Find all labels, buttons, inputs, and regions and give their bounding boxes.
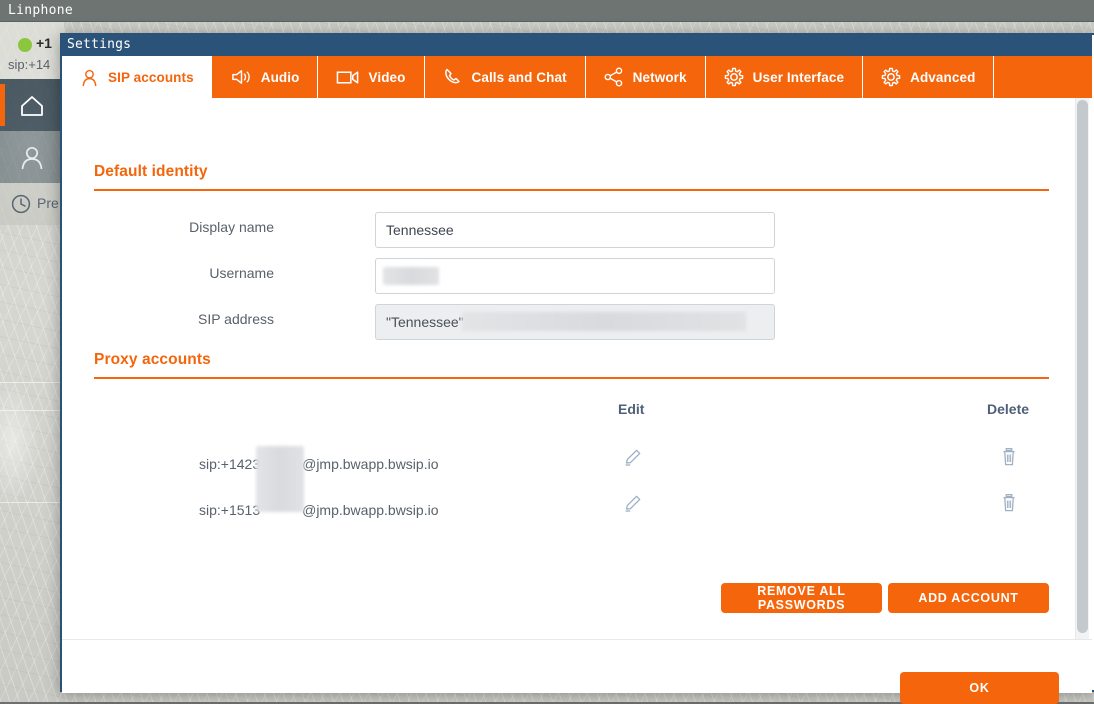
- sidebar-account-summary[interactable]: +1 sip:+14: [0, 22, 64, 79]
- remove-all-passwords-button[interactable]: REMOVE ALL PASSWORDS: [721, 583, 882, 613]
- sidebar-item-history[interactable]: Pre: [0, 183, 64, 225]
- pencil-icon: [622, 495, 644, 518]
- tab-label: User Interface: [752, 69, 845, 85]
- active-indicator: [0, 84, 5, 126]
- edit-account-button[interactable]: [622, 492, 648, 518]
- person-icon: [18, 144, 46, 170]
- display-name-input[interactable]: [375, 212, 775, 248]
- settings-dialog: Settings SIP accounts Audio Video Calls …: [60, 33, 1094, 704]
- sip-address-input[interactable]: [375, 304, 775, 340]
- clock-icon: [10, 193, 32, 215]
- table-row: sip:+1513 @jmp.bwapp.bwsip.io: [199, 502, 439, 518]
- share-nodes-icon: [604, 67, 624, 87]
- settings-content: Default identity Display name Username S…: [62, 98, 1092, 639]
- linphone-titlebar: Linphone: [0, 0, 1094, 22]
- settings-titlebar: Settings: [62, 35, 1092, 56]
- gear-icon: [724, 67, 744, 87]
- default-identity-rule: [94, 189, 1049, 191]
- account-number: +1: [36, 35, 52, 51]
- scrollbar-thumb[interactable]: [1077, 100, 1088, 633]
- delete-account-button[interactable]: [998, 446, 1024, 472]
- linphone-window-title: Linphone: [8, 3, 74, 18]
- pencil-icon: [622, 449, 644, 472]
- table-row: sip:+1423 @jmp.bwapp.bwsip.io: [199, 456, 439, 472]
- trash-icon: [998, 493, 1020, 518]
- sidebar-item-history-label: Pre: [37, 195, 59, 211]
- gear-icon: [881, 67, 901, 87]
- tab-label: Network: [632, 69, 687, 85]
- tab-video[interactable]: Video: [318, 56, 425, 98]
- home-icon: [18, 92, 46, 118]
- proxy-uri-prefix: sip:+1513: [199, 502, 261, 518]
- camera-icon: [336, 69, 359, 86]
- proxy-accounts-rule: [94, 377, 1049, 379]
- ok-button[interactable]: OK: [900, 672, 1059, 704]
- add-account-button[interactable]: ADD ACCOUNT: [888, 583, 1049, 613]
- delete-account-button[interactable]: [998, 492, 1024, 518]
- tab-user-interface[interactable]: User Interface: [706, 56, 864, 98]
- tab-network[interactable]: Network: [586, 56, 706, 98]
- proxy-uri-suffix: @jmp.bwapp.bwsip.io: [302, 502, 439, 518]
- settings-window-title: Settings: [67, 37, 132, 52]
- speaker-icon: [231, 68, 252, 86]
- tab-label: SIP accounts: [108, 69, 194, 85]
- trash-icon: [998, 447, 1020, 472]
- username-input[interactable]: [375, 258, 775, 294]
- tab-advanced[interactable]: Advanced: [863, 56, 995, 98]
- phone-icon: [443, 67, 463, 87]
- green-status-dot: [18, 38, 32, 52]
- tab-audio[interactable]: Audio: [213, 56, 319, 98]
- column-header-delete: Delete: [987, 401, 1030, 417]
- tab-sip-accounts[interactable]: SIP accounts: [62, 56, 213, 98]
- tab-calls-and-chat[interactable]: Calls and Chat: [425, 56, 586, 98]
- sip-address-label: SIP address: [197, 311, 274, 327]
- tab-label: Video: [368, 69, 406, 85]
- edit-account-button[interactable]: [622, 446, 648, 472]
- dialog-footer: OK: [62, 639, 1092, 704]
- display-name-label: Display name: [189, 219, 274, 235]
- proxy-uri-prefix: sip:+1423: [199, 456, 261, 472]
- default-identity-heading: Default identity: [94, 163, 208, 180]
- column-header-edit: Edit: [618, 401, 645, 417]
- vertical-scrollbar[interactable]: [1075, 98, 1089, 639]
- settings-tabbar: SIP accounts Audio Video Calls and Chat …: [62, 56, 1092, 98]
- sidebar-item-home[interactable]: [0, 79, 64, 131]
- person-icon: [80, 68, 99, 87]
- sidebar: +1 sip:+14 Pre: [0, 22, 64, 702]
- tab-label: Audio: [260, 69, 300, 85]
- sidebar-item-contacts[interactable]: [0, 131, 64, 183]
- proxy-accounts-heading: Proxy accounts: [94, 351, 211, 368]
- account-sip-uri: sip:+14: [8, 57, 51, 72]
- tab-label: Advanced: [910, 69, 976, 85]
- tabbar-filler: [994, 56, 1092, 98]
- proxy-uri-suffix: @jmp.bwapp.bwsip.io: [302, 456, 439, 472]
- username-label: Username: [209, 265, 274, 281]
- tab-label: Calls and Chat: [471, 69, 567, 85]
